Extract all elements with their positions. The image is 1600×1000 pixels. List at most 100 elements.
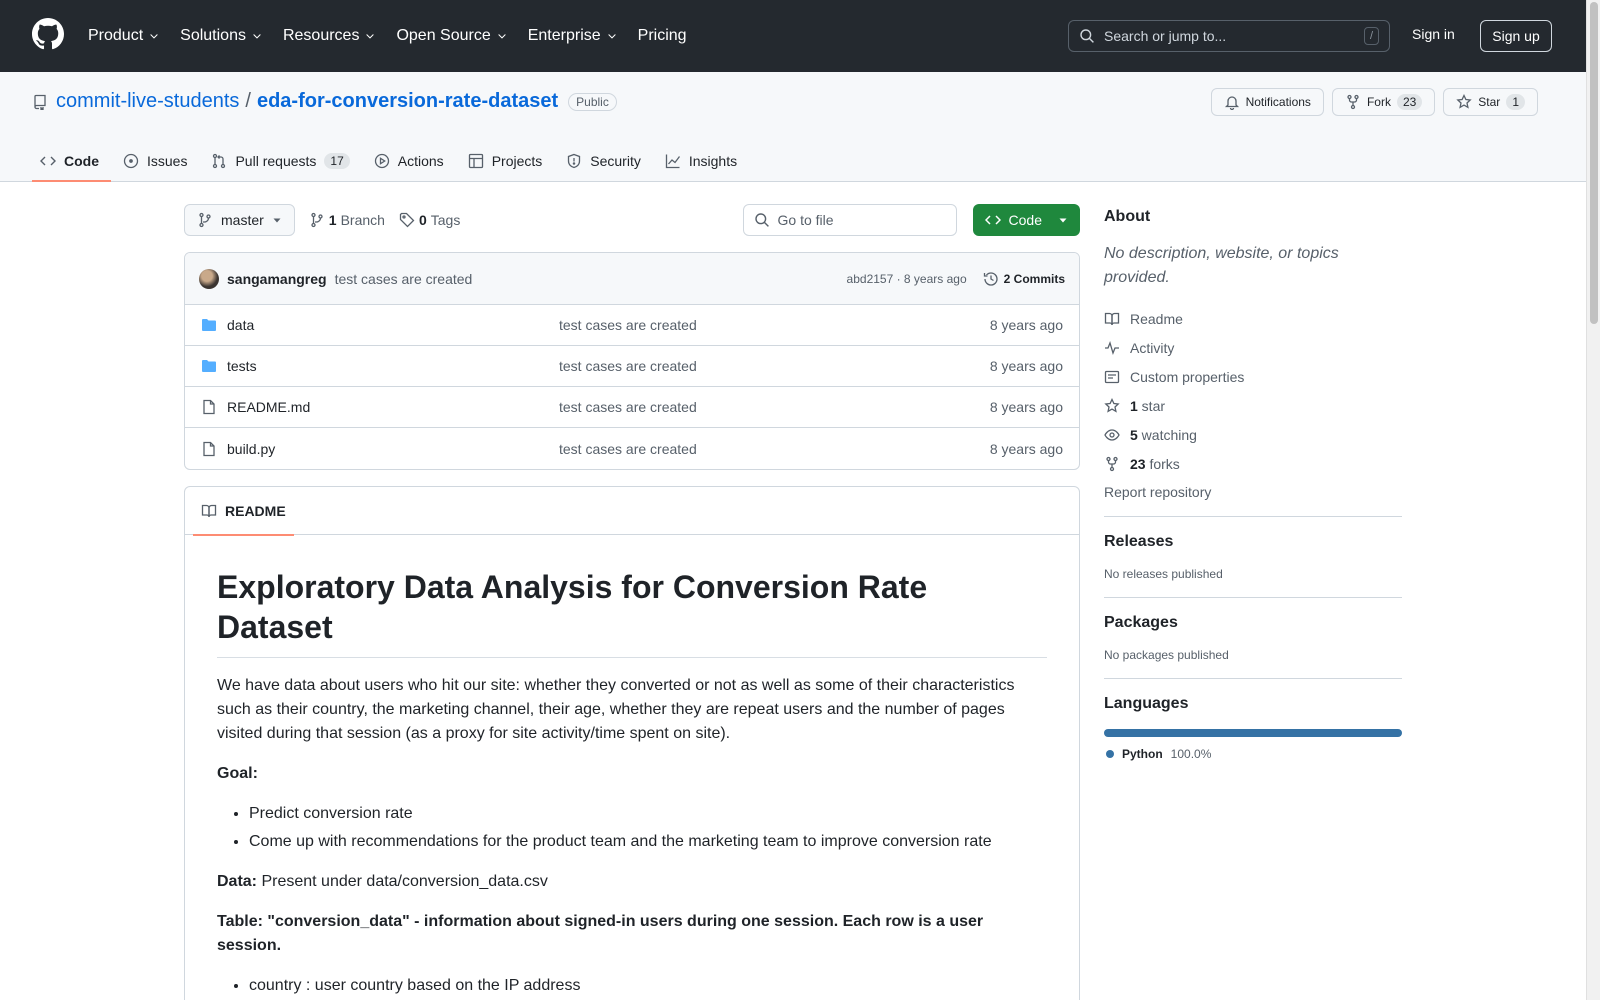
github-logo-icon[interactable] — [32, 18, 64, 50]
divider — [1104, 516, 1402, 517]
page-scrollbar[interactable] — [1586, 0, 1600, 1000]
nav-label: Open Source — [396, 27, 491, 44]
history-icon — [983, 271, 998, 286]
tab-projects[interactable]: Projects — [460, 140, 555, 182]
readme-tab[interactable]: README — [193, 487, 294, 536]
sign-in-link[interactable]: Sign in — [1412, 26, 1455, 42]
nav-resources[interactable]: Resources — [283, 27, 376, 45]
commit-message[interactable]: test cases are created — [335, 271, 473, 287]
repo-tabs: Code Issues Pull requests 17 Actions Pro… — [32, 140, 753, 182]
report-repository-link[interactable]: Report repository — [1104, 484, 1402, 500]
tab-pull-requests[interactable]: Pull requests 17 — [203, 140, 361, 182]
watchers-text: 5 watching — [1130, 427, 1197, 443]
file-commit-message[interactable]: test cases are created — [559, 317, 697, 333]
custom-properties-link[interactable]: Custom properties — [1104, 362, 1402, 391]
file-name[interactable]: README.md — [227, 399, 559, 415]
about-heading: About — [1104, 208, 1151, 225]
branch-icon — [311, 212, 323, 228]
avatar[interactable] — [199, 268, 219, 289]
branch-selector[interactable]: master — [184, 204, 295, 236]
search-input[interactable]: Search or jump to... / — [1068, 20, 1390, 52]
branches-count: 1 — [328, 212, 337, 228]
tab-label: Issues — [147, 153, 188, 169]
tab-label: Pull requests — [235, 153, 317, 169]
goal-label: Goal: — [217, 765, 258, 782]
tab-insights[interactable]: Insights — [657, 140, 749, 182]
file-name[interactable]: data — [227, 317, 559, 333]
code-dropdown-button[interactable]: Code — [972, 204, 1080, 236]
stars-count: 1 — [1130, 397, 1138, 414]
readme-intro: We have data about users who hit our sit… — [217, 677, 1015, 742]
repo-name-link[interactable]: eda-for-conversion-rate-dataset — [257, 90, 558, 113]
nav-open-source[interactable]: Open Source — [396, 27, 507, 45]
list-item: country : user country based on the IP a… — [249, 974, 1047, 998]
file-commit-message[interactable]: test cases are created — [559, 441, 697, 457]
go-to-file-input[interactable]: Go to file — [742, 204, 957, 236]
file-row[interactable]: build.py test cases are created 8 years … — [185, 428, 1079, 469]
stars-link[interactable]: 1 star — [1104, 391, 1402, 420]
packages-text: No packages published — [1104, 648, 1229, 662]
play-icon — [374, 153, 389, 169]
scrollbar-thumb[interactable] — [1590, 2, 1598, 324]
tag-icon — [399, 212, 415, 228]
file-row[interactable]: tests test cases are created 8 years ago — [185, 346, 1079, 387]
nav-solutions[interactable]: Solutions — [180, 27, 263, 45]
chevron-down-icon — [150, 34, 158, 39]
chevron-down-icon — [253, 34, 261, 39]
star-button[interactable]: Star 1 — [1443, 88, 1538, 116]
list-item: Predict conversion rate — [249, 802, 1047, 826]
forks-count: 23 — [1130, 455, 1146, 472]
pull-requests-count: 17 — [324, 153, 350, 169]
search-shortcut-key: / — [1363, 27, 1379, 45]
commit-sha-time[interactable]: abd2157 · 8 years ago — [847, 272, 967, 286]
notifications-button[interactable]: Notifications — [1210, 88, 1324, 116]
go-to-file-placeholder: Go to file — [777, 212, 834, 228]
link-label: forks — [1145, 455, 1180, 472]
file-row[interactable]: README.md test cases are created 8 years… — [185, 387, 1079, 428]
tab-security[interactable]: Security — [558, 140, 653, 182]
tab-actions[interactable]: Actions — [366, 140, 456, 182]
tags-link[interactable]: 0 Tags — [399, 212, 460, 228]
nav-enterprise[interactable]: Enterprise — [528, 27, 618, 45]
search-icon — [754, 213, 769, 227]
file-commit-message[interactable]: test cases are created — [559, 358, 697, 374]
commits-link[interactable]: 2 Commits — [983, 271, 1065, 287]
file-name[interactable]: tests — [227, 358, 559, 374]
main-nav: Product Solutions Resources Open Source … — [88, 0, 687, 72]
data-text: Present under data/conversion_data.csv — [257, 873, 548, 890]
fork-label: Fork — [1366, 95, 1391, 109]
shield-icon — [568, 153, 581, 169]
readme-body: Exploratory Data Analysis for Conversion… — [185, 535, 1079, 1000]
tab-issues[interactable]: Issues — [115, 140, 199, 182]
packages-heading[interactable]: Packages — [1104, 614, 1402, 632]
file-commit-date: 8 years ago — [989, 399, 1063, 415]
file-row[interactable]: data test cases are created 8 years ago — [185, 305, 1079, 346]
watchers-link[interactable]: 5 watching — [1104, 420, 1402, 449]
main-content: master 1 Branch 0 Tags Go to file Code s… — [184, 204, 1080, 1000]
nav-pricing[interactable]: Pricing — [638, 27, 687, 45]
list-item: Come up with recommendations for the pro… — [249, 830, 1047, 854]
star-count: 1 — [1506, 94, 1525, 110]
readme-link[interactable]: Readme — [1104, 304, 1402, 333]
file-commit-message[interactable]: test cases are created — [559, 399, 697, 415]
sign-up-button[interactable]: Sign up — [1480, 20, 1552, 52]
releases-heading[interactable]: Releases — [1104, 533, 1402, 551]
fork-button[interactable]: Fork 23 — [1331, 88, 1436, 116]
forks-link[interactable]: 23 forks — [1104, 449, 1402, 478]
repo-owner-link[interactable]: commit-live-students — [56, 90, 239, 113]
caret-down-icon — [273, 218, 281, 223]
file-name[interactable]: build.py — [227, 441, 559, 457]
language-item[interactable]: Python 100.0% — [1106, 747, 1402, 761]
repo-icon — [34, 94, 46, 110]
forks-text: 23 forks — [1130, 456, 1180, 472]
nav-product[interactable]: Product — [88, 27, 160, 45]
eye-icon — [1104, 428, 1120, 441]
branches-link[interactable]: 1 Branch — [309, 212, 385, 228]
commit-author[interactable]: sangamangreg — [227, 271, 327, 287]
activity-link[interactable]: Activity — [1104, 333, 1402, 362]
notifications-label: Notifications — [1245, 95, 1311, 109]
language-bar — [1104, 729, 1402, 737]
global-header: Product Solutions Resources Open Source … — [0, 0, 1586, 72]
releases-text: No releases published — [1104, 567, 1223, 581]
tab-code[interactable]: Code — [32, 140, 111, 182]
